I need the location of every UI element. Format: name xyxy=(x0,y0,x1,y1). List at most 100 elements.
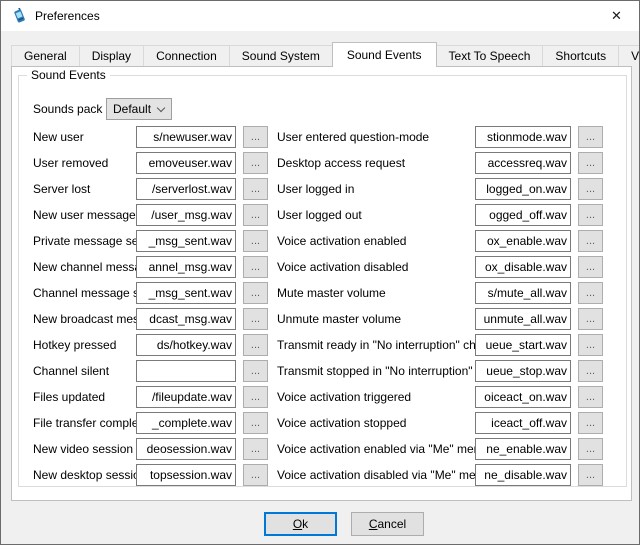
sound-event-row: New video session...Voice activation ena… xyxy=(33,436,603,462)
event-label: Files updated xyxy=(33,390,136,404)
sound-file-input[interactable] xyxy=(136,256,236,278)
sound-file-input[interactable] xyxy=(475,308,571,330)
event-label: Desktop access request xyxy=(268,156,475,170)
sound-file-input[interactable] xyxy=(475,282,571,304)
tab-video[interactable]: Video xyxy=(618,45,640,66)
browse-button[interactable]: ... xyxy=(243,178,268,200)
tab-display[interactable]: Display xyxy=(79,45,144,66)
browse-button[interactable]: ... xyxy=(578,438,603,460)
sound-event-row: New user message...User logged out... xyxy=(33,202,603,228)
browse-button[interactable]: ... xyxy=(243,412,268,434)
browse-button[interactable]: ... xyxy=(243,438,268,460)
browse-button[interactable]: ... xyxy=(243,308,268,330)
event-label: New desktop session xyxy=(33,468,136,482)
close-button[interactable]: ✕ xyxy=(594,1,639,30)
tab-general[interactable]: General xyxy=(11,45,80,66)
event-label: New user message xyxy=(33,208,136,222)
sound-event-row: New channel message...Voice activation d… xyxy=(33,254,603,280)
sound-file-input[interactable] xyxy=(136,360,236,382)
sound-file-input[interactable] xyxy=(475,256,571,278)
browse-button[interactable]: ... xyxy=(578,256,603,278)
sound-file-input[interactable] xyxy=(136,204,236,226)
event-label: New channel message xyxy=(33,260,136,274)
browse-button[interactable]: ... xyxy=(578,152,603,174)
event-label: Private message sent xyxy=(33,234,136,248)
sound-file-input[interactable] xyxy=(475,386,571,408)
browse-button[interactable]: ... xyxy=(578,230,603,252)
browse-button[interactable]: ... xyxy=(578,386,603,408)
browse-button[interactable]: ... xyxy=(243,204,268,226)
sound-event-row: Channel message sent...Mute master volum… xyxy=(33,280,603,306)
browse-button[interactable]: ... xyxy=(578,308,603,330)
sound-file-input[interactable] xyxy=(136,178,236,200)
sound-file-input[interactable] xyxy=(136,438,236,460)
sound-file-input[interactable] xyxy=(475,230,571,252)
tab-text-to-speech[interactable]: Text To Speech xyxy=(436,45,544,66)
browse-button[interactable]: ... xyxy=(243,256,268,278)
event-label: Server lost xyxy=(33,182,136,196)
sound-file-input[interactable] xyxy=(136,464,236,486)
sound-file-input[interactable] xyxy=(136,230,236,252)
event-label: User removed xyxy=(33,156,136,170)
window-title: Preferences xyxy=(35,9,100,23)
browse-button[interactable]: ... xyxy=(243,386,268,408)
sound-file-input[interactable] xyxy=(136,386,236,408)
close-icon: ✕ xyxy=(611,8,622,24)
event-label: Voice activation triggered xyxy=(268,390,475,404)
event-label: File transfer complete xyxy=(33,416,136,430)
sound-file-input[interactable] xyxy=(136,308,236,330)
browse-button[interactable]: ... xyxy=(578,334,603,356)
browse-button[interactable]: ... xyxy=(578,412,603,434)
browse-button[interactable]: ... xyxy=(578,360,603,382)
browse-button[interactable]: ... xyxy=(243,360,268,382)
preferences-dialog: Preferences ✕ GeneralDisplayConnectionSo… xyxy=(0,0,640,545)
event-label: Channel silent xyxy=(33,364,136,378)
browse-button[interactable]: ... xyxy=(578,204,603,226)
browse-button[interactable]: ... xyxy=(243,464,268,486)
tab-page-sound-events: Sound Events Sounds pack Default New use… xyxy=(11,66,632,501)
sound-file-input[interactable] xyxy=(475,178,571,200)
app-icon xyxy=(11,8,27,24)
sound-file-input[interactable] xyxy=(475,204,571,226)
tab-shortcuts[interactable]: Shortcuts xyxy=(542,45,619,66)
sound-file-input[interactable] xyxy=(136,334,236,356)
event-label: New video session xyxy=(33,442,136,456)
browse-button[interactable]: ... xyxy=(578,464,603,486)
browse-button[interactable]: ... xyxy=(243,230,268,252)
tab-sound-events[interactable]: Sound Events xyxy=(332,42,437,67)
sound-file-input[interactable] xyxy=(475,360,571,382)
event-label: Voice activation stopped xyxy=(268,416,475,430)
sound-events-groupbox: Sound Events Sounds pack Default New use… xyxy=(18,75,627,487)
browse-button[interactable]: ... xyxy=(578,282,603,304)
sound-file-input[interactable] xyxy=(136,152,236,174)
sounds-pack-select[interactable]: Default xyxy=(106,98,172,120)
browse-button[interactable]: ... xyxy=(243,334,268,356)
sound-file-input[interactable] xyxy=(136,282,236,304)
sound-event-row: Channel silent...Transmit stopped in "No… xyxy=(33,358,603,384)
sound-file-input[interactable] xyxy=(475,126,571,148)
sound-file-input[interactable] xyxy=(475,152,571,174)
sound-file-input[interactable] xyxy=(475,438,571,460)
ok-button[interactable]: Ok xyxy=(264,512,337,536)
sound-file-input[interactable] xyxy=(136,412,236,434)
sound-event-rows: New user...User entered question-mode...… xyxy=(33,124,603,488)
sound-file-input[interactable] xyxy=(475,334,571,356)
sound-event-row: New broadcast message...Unmute master vo… xyxy=(33,306,603,332)
browse-button[interactable]: ... xyxy=(243,152,268,174)
tab-sound-system[interactable]: Sound System xyxy=(229,45,333,66)
browse-button[interactable]: ... xyxy=(578,178,603,200)
event-label: User logged out xyxy=(268,208,475,222)
event-label: New broadcast message xyxy=(33,312,136,326)
browse-button[interactable]: ... xyxy=(243,126,268,148)
sound-file-input[interactable] xyxy=(475,412,571,434)
sound-file-input[interactable] xyxy=(136,126,236,148)
tab-connection[interactable]: Connection xyxy=(143,45,230,66)
sound-file-input[interactable] xyxy=(475,464,571,486)
sound-event-row: File transfer complete...Voice activatio… xyxy=(33,410,603,436)
browse-button[interactable]: ... xyxy=(243,282,268,304)
sounds-pack-value: Default xyxy=(113,102,151,116)
browse-button[interactable]: ... xyxy=(578,126,603,148)
sound-event-row: Files updated...Voice activation trigger… xyxy=(33,384,603,410)
cancel-button[interactable]: Cancel xyxy=(351,512,424,536)
sounds-pack-row: Sounds pack Default xyxy=(33,98,603,120)
